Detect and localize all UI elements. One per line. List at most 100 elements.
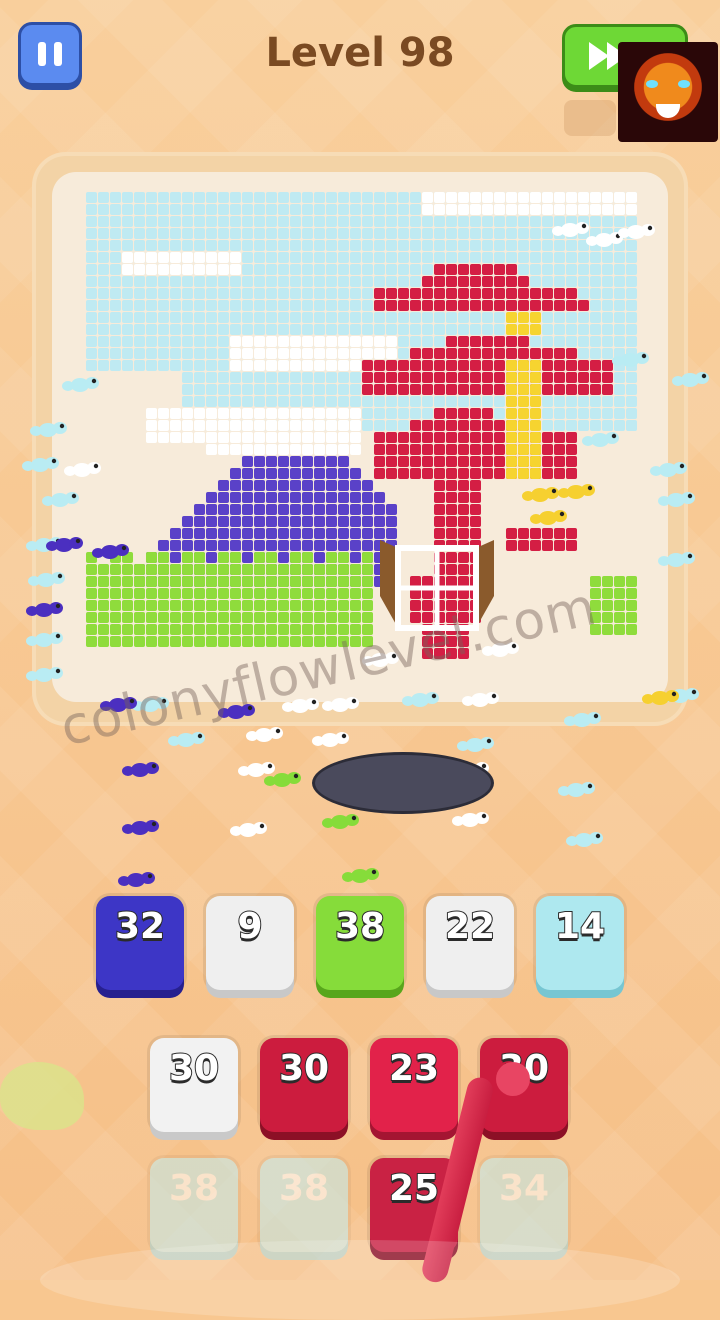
grass-pixel (110, 612, 121, 623)
grass-pixel (350, 564, 361, 575)
top-row-tile[interactable]: 38 (316, 896, 404, 990)
mountain-pixel (314, 492, 325, 503)
grass-pixel (242, 576, 253, 587)
ant-cyan (564, 712, 601, 727)
sky-pixel (362, 312, 373, 323)
sky-pixel (218, 312, 229, 323)
sky-pixel (110, 264, 121, 275)
lighthouse-red-pixel (422, 288, 433, 299)
sky-pixel (314, 216, 325, 227)
sky-pixel (350, 204, 361, 215)
top-row-tile[interactable]: 32 (96, 896, 184, 990)
grass-pixel (362, 600, 373, 611)
lighthouse-red-pixel (566, 372, 577, 383)
sky-pixel (602, 396, 613, 407)
sky-pixel (626, 408, 637, 419)
ant-cyan (457, 737, 494, 752)
mountain-pixel (242, 468, 253, 479)
cloud-pixel (170, 264, 181, 275)
sky-pixel (530, 336, 541, 347)
sky-pixel (194, 228, 205, 239)
sky-pixel (290, 228, 301, 239)
lighthouse-yellow-pixel (518, 420, 529, 431)
sky-pixel (602, 276, 613, 287)
bottom-row-tile[interactable]: 38 (150, 1158, 238, 1252)
mountain-pixel (302, 468, 313, 479)
top-row-tile[interactable]: 9 (206, 896, 294, 990)
lighthouse-red-pixel (434, 408, 445, 419)
cloud-pixel (170, 432, 181, 443)
sky-pixel (554, 312, 565, 323)
lighthouse-red-pixel (374, 444, 385, 455)
cloud-pixel (206, 264, 217, 275)
sky-pixel (230, 312, 241, 323)
sky-pixel (206, 240, 217, 251)
lighthouse-red-pixel (494, 276, 505, 287)
top-row-tile[interactable]: 22 (426, 896, 514, 990)
sky-pixel (194, 396, 205, 407)
sky-pixel (302, 204, 313, 215)
sky-pixel (326, 384, 337, 395)
lighthouse-red-pixel (470, 516, 481, 527)
lighthouse-yellow-pixel (518, 396, 529, 407)
grass-pixel (230, 576, 241, 587)
cloud-pixel (278, 432, 289, 443)
sky-pixel (254, 276, 265, 287)
grass-pixel (230, 636, 241, 647)
grass-pixel (230, 564, 241, 575)
sky-pixel (86, 300, 97, 311)
cloud-pixel (338, 432, 349, 443)
cloud-pixel (506, 204, 517, 215)
sky-pixel (410, 228, 421, 239)
lighthouse-red-pixel (590, 360, 601, 371)
middle-row-tile[interactable]: 23 (370, 1038, 458, 1132)
cloud-pixel (230, 444, 241, 455)
lighthouse-red-pixel (446, 516, 457, 527)
sky-pixel (338, 288, 349, 299)
sky-pixel (170, 216, 181, 227)
sky-pixel (206, 300, 217, 311)
sky-pixel (182, 204, 193, 215)
sky-pixel (626, 372, 637, 383)
tile-count: 9 (236, 905, 263, 948)
cloud-pixel (338, 348, 349, 359)
sky-pixel (254, 204, 265, 215)
lighthouse-red-pixel (446, 480, 457, 491)
sky-pixel (218, 192, 229, 203)
lighthouse-red-pixel (542, 432, 553, 443)
ant-white (462, 692, 499, 707)
grass-pixel (326, 576, 337, 587)
sky-pixel (590, 420, 601, 431)
sky-pixel (470, 396, 481, 407)
grass-pixel (194, 552, 205, 563)
grass-pixel (338, 564, 349, 575)
middle-row-tile[interactable]: 30 (260, 1038, 348, 1132)
bottom-row-tile[interactable]: 38 (260, 1158, 348, 1252)
sky-pixel (290, 312, 301, 323)
mountain-pixel (230, 516, 241, 527)
sky-pixel (398, 324, 409, 335)
sky-pixel (266, 396, 277, 407)
sky-pixel (590, 312, 601, 323)
sky-pixel (374, 276, 385, 287)
middle-row-tile[interactable]: 30 (150, 1038, 238, 1132)
bottom-row-tile[interactable]: 34 (480, 1158, 568, 1252)
lighthouse-red-pixel (374, 456, 385, 467)
lighthouse-red-pixel (410, 360, 421, 371)
sky-pixel (338, 384, 349, 395)
lighthouse-red-pixel (374, 384, 385, 395)
grass-pixel (254, 600, 265, 611)
lighthouse-red-pixel (398, 300, 409, 311)
sky-pixel (410, 204, 421, 215)
top-row-tile[interactable]: 14 (536, 896, 624, 990)
lighthouse-red-pixel (386, 372, 397, 383)
grass-pixel (98, 612, 109, 623)
ant-cyan (62, 377, 99, 392)
sky-pixel (362, 264, 373, 275)
sky-pixel (98, 300, 109, 311)
grass-pixel (266, 552, 277, 563)
lighthouse-red-pixel (458, 456, 469, 467)
mountain-pixel (182, 516, 193, 527)
sky-pixel (290, 252, 301, 263)
cloud-pixel (290, 360, 301, 371)
